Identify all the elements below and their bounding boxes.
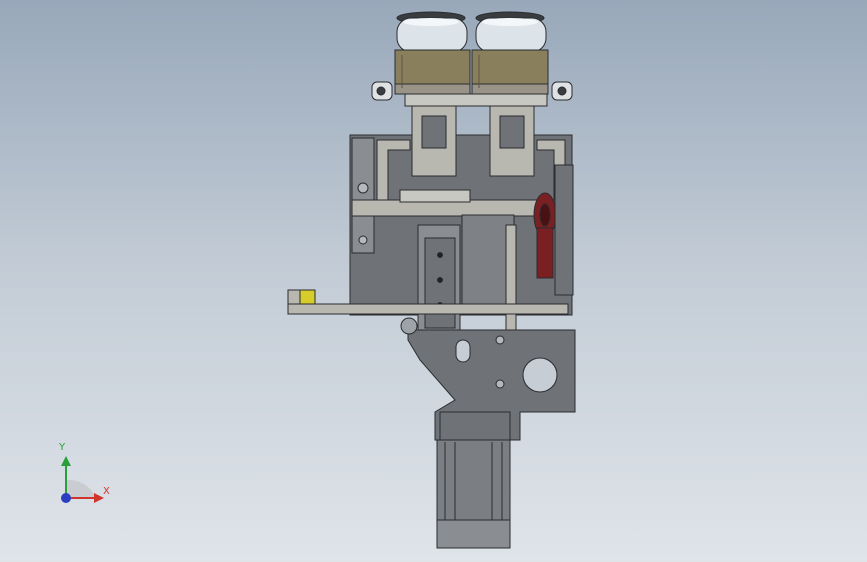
mount-hole-large [522, 357, 558, 393]
bracket-hole [357, 182, 369, 194]
triad-plane-arc [66, 479, 96, 498]
glass-cup-left [396, 11, 468, 53]
mount-hole-small [400, 317, 418, 335]
mount-bolt [495, 335, 505, 345]
mount-slot [455, 339, 471, 363]
glass-cup-right [475, 11, 547, 53]
drive-wheel [533, 192, 557, 279]
triad-y-label: Y [59, 442, 66, 453]
motor-flange [439, 411, 511, 445]
slide-bolt [437, 252, 443, 258]
slide-bolt [437, 277, 443, 283]
fitting-left [371, 81, 393, 101]
cad-assembly-model[interactable] [287, 11, 576, 549]
vacuum-body-left [394, 49, 471, 95]
triad-x-label: X [103, 486, 110, 497]
fitting-right [551, 81, 573, 101]
triad-z-axis [61, 493, 71, 503]
guide-rod-left-window [421, 115, 447, 149]
wheel-housing [554, 164, 574, 296]
cad-viewport[interactable] [0, 0, 867, 562]
mount-bolt [495, 379, 505, 389]
triad-y-arrow [61, 456, 71, 466]
bracket-hole [358, 235, 368, 245]
horizontal-arm [287, 303, 569, 315]
bottom-plate-strip [404, 93, 548, 107]
stepper-motor [436, 439, 511, 549]
yellow-marker [299, 289, 316, 305]
guide-rod-right-window [499, 115, 525, 149]
vacuum-body-right [471, 49, 549, 95]
coordinate-triad [61, 456, 104, 503]
upper-rail-inner [399, 189, 471, 203]
